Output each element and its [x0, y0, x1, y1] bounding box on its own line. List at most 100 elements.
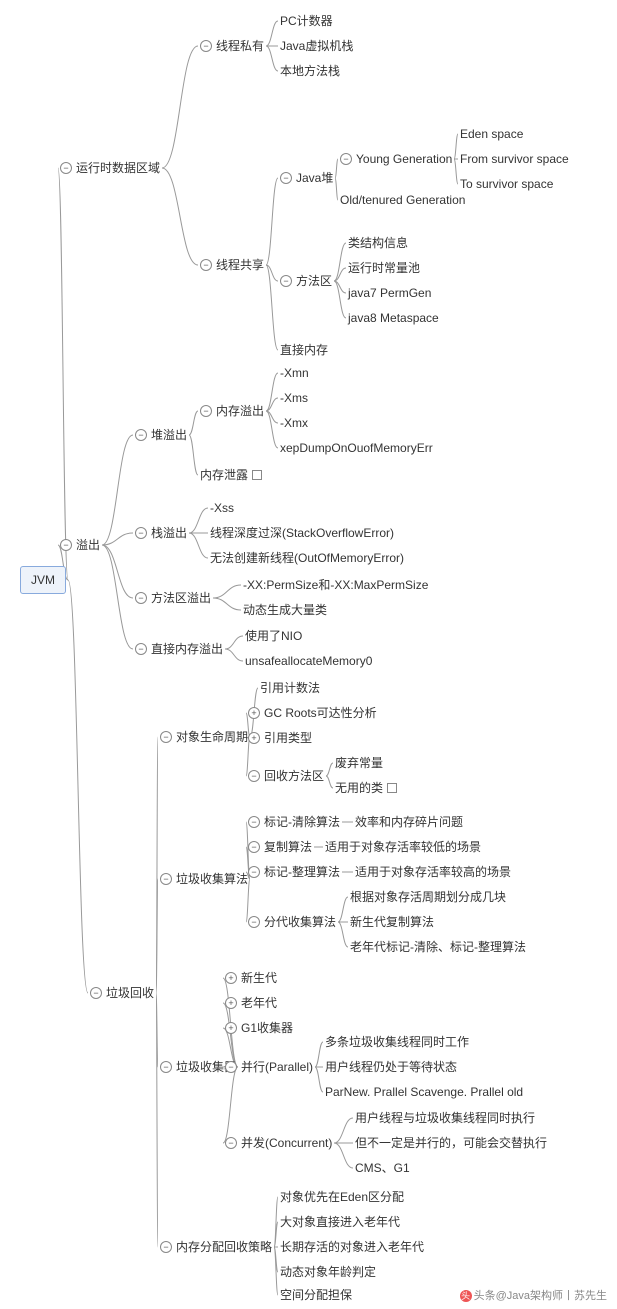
node-c2d3: 老年代标记-清除、标记-整理算法 [350, 938, 526, 956]
label: 多条垃圾收集线程同时工作 [325, 1033, 469, 1051]
label: 老年代标记-清除、标记-整理算法 [350, 938, 526, 956]
label: Old/tenured Generation [340, 191, 465, 209]
node-c2[interactable]: −垃圾收集算法 [160, 870, 248, 888]
toggle-icon[interactable]: − [135, 643, 147, 655]
node-b1b: 内存泄露 [200, 466, 262, 484]
label: 废弃常量 [335, 754, 383, 772]
toggle-icon[interactable]: − [225, 1061, 237, 1073]
node-c1d2: 无用的类 [335, 779, 397, 797]
label: 分代收集算法 [264, 913, 336, 931]
label: 空间分配担保 [280, 1286, 352, 1304]
node-b1a1: -Xmn [280, 364, 309, 382]
toggle-icon[interactable]: − [60, 162, 72, 174]
node-c1[interactable]: −对象生命周期 [160, 728, 248, 746]
toggle-icon[interactable]: − [160, 1061, 172, 1073]
node-c1b[interactable]: +GC Roots可达性分析 [248, 704, 377, 722]
node-c3a[interactable]: + 新生代 [225, 969, 277, 987]
node-b[interactable]: −溢出 [60, 536, 100, 554]
node-b1a4: xepDumpOnOuofMemoryErr [280, 439, 433, 457]
node-b2c: 无法创建新线程(OutOfMemoryError) [210, 549, 404, 567]
toggle-icon[interactable]: + [248, 732, 260, 744]
toggle-icon[interactable]: − [135, 592, 147, 604]
label: 内存泄露 [200, 466, 248, 484]
toggle-icon[interactable]: − [60, 539, 72, 551]
node-a1[interactable]: −线程私有 [200, 37, 264, 55]
node-c4a: 对象优先在Eden区分配 [280, 1188, 404, 1206]
node-b2b: 线程深度过深(StackOverflowError) [210, 524, 394, 542]
node-c1d[interactable]: −回收方法区 [248, 767, 324, 785]
label: 新生代 [241, 969, 277, 987]
label: Eden space [460, 125, 523, 143]
node-a2b1: 类结构信息 [348, 234, 408, 252]
node-a2a1[interactable]: −Young Generation [340, 150, 452, 168]
label: 线程私有 [216, 37, 264, 55]
source-icon: 头 [460, 1290, 472, 1302]
toggle-icon[interactable]: + [225, 972, 237, 984]
node-c2d[interactable]: −分代收集算法 [248, 913, 336, 931]
node-c2a[interactable]: −标记-清除算法 [248, 813, 340, 831]
node-c2b[interactable]: −复制算法 [248, 838, 312, 856]
toggle-icon[interactable]: − [200, 259, 212, 271]
label: PC计数器 [280, 12, 333, 30]
toggle-icon[interactable]: − [225, 1137, 237, 1149]
node-b1a2: -Xms [280, 389, 308, 407]
label: 但不一定是并行的，可能会交替执行 [355, 1134, 547, 1152]
node-a[interactable]: −运行时数据区域 [60, 159, 160, 177]
node-b4[interactable]: −直接内存溢出 [135, 640, 223, 658]
node-b3[interactable]: −方法区溢出 [135, 589, 211, 607]
node-b2[interactable]: −栈溢出 [135, 524, 187, 542]
toggle-icon[interactable]: − [160, 731, 172, 743]
node-c3e[interactable]: −并发(Concurrent) [225, 1134, 332, 1152]
node-c[interactable]: −垃圾回收 [90, 984, 154, 1002]
collapsed-icon[interactable] [252, 470, 262, 480]
node-a2c: 直接内存 [280, 341, 328, 359]
label: 引用计数法 [260, 679, 320, 697]
toggle-icon[interactable]: − [248, 770, 260, 782]
label: 对象优先在Eden区分配 [280, 1188, 404, 1206]
toggle-icon[interactable]: − [200, 40, 212, 52]
node-a2a[interactable]: −Java堆 [280, 169, 333, 187]
node-a2b[interactable]: −方法区 [280, 272, 332, 290]
node-c1c[interactable]: +引用类型 [248, 729, 312, 747]
node-c3b[interactable]: +老年代 [225, 994, 277, 1012]
toggle-icon[interactable]: − [135, 527, 147, 539]
node-c4e: 空间分配担保 [280, 1286, 352, 1304]
label: 无法创建新线程(OutOfMemoryError) [210, 549, 404, 567]
toggle-icon[interactable]: − [280, 172, 292, 184]
label: 栈溢出 [151, 524, 187, 542]
node-a2b3: java7 PermGen [348, 284, 431, 302]
node-b3a: -XX:PermSize和-XX:MaxPermSize [243, 576, 428, 594]
node-b1[interactable]: −堆溢出 [135, 426, 187, 444]
toggle-icon[interactable]: − [248, 816, 260, 828]
node-c2c[interactable]: −标记-整理算法 [248, 863, 340, 881]
label: 并行(Parallel) [241, 1058, 313, 1076]
toggle-icon[interactable]: − [280, 275, 292, 287]
label: 线程深度过深(StackOverflowError) [210, 524, 394, 542]
toggle-icon[interactable]: + [225, 997, 237, 1009]
node-c3c[interactable]: +G1收集器 [225, 1019, 293, 1037]
toggle-icon[interactable]: − [248, 916, 260, 928]
node-b1a[interactable]: −内存溢出 [200, 402, 264, 420]
node-a2[interactable]: −线程共享 [200, 256, 264, 274]
toggle-icon[interactable]: − [160, 1241, 172, 1253]
label: 效率和内存碎片问题 [355, 813, 463, 831]
label: 溢出 [76, 536, 100, 554]
toggle-icon[interactable]: − [135, 429, 147, 441]
toggle-icon[interactable]: − [160, 873, 172, 885]
toggle-icon[interactable]: − [90, 987, 102, 999]
toggle-icon[interactable]: − [200, 405, 212, 417]
node-c4b: 大对象直接进入老年代 [280, 1213, 400, 1231]
node-b4b: unsafeallocateMemory0 [245, 652, 372, 670]
toggle-icon[interactable]: + [248, 707, 260, 719]
label: 堆溢出 [151, 426, 187, 444]
toggle-icon[interactable]: + [225, 1022, 237, 1034]
node-c3d[interactable]: −并行(Parallel) [225, 1058, 313, 1076]
toggle-icon[interactable]: − [248, 866, 260, 878]
collapsed-icon[interactable] [387, 783, 397, 793]
node-c4[interactable]: −内存分配回收策略 [160, 1238, 272, 1256]
node-c2b1: 适用于对象存活率较低的场景 [325, 838, 481, 856]
label: 无用的类 [335, 779, 383, 797]
node-a2b4: java8 Metaspace [348, 309, 439, 327]
toggle-icon[interactable]: − [340, 153, 352, 165]
toggle-icon[interactable]: − [248, 841, 260, 853]
